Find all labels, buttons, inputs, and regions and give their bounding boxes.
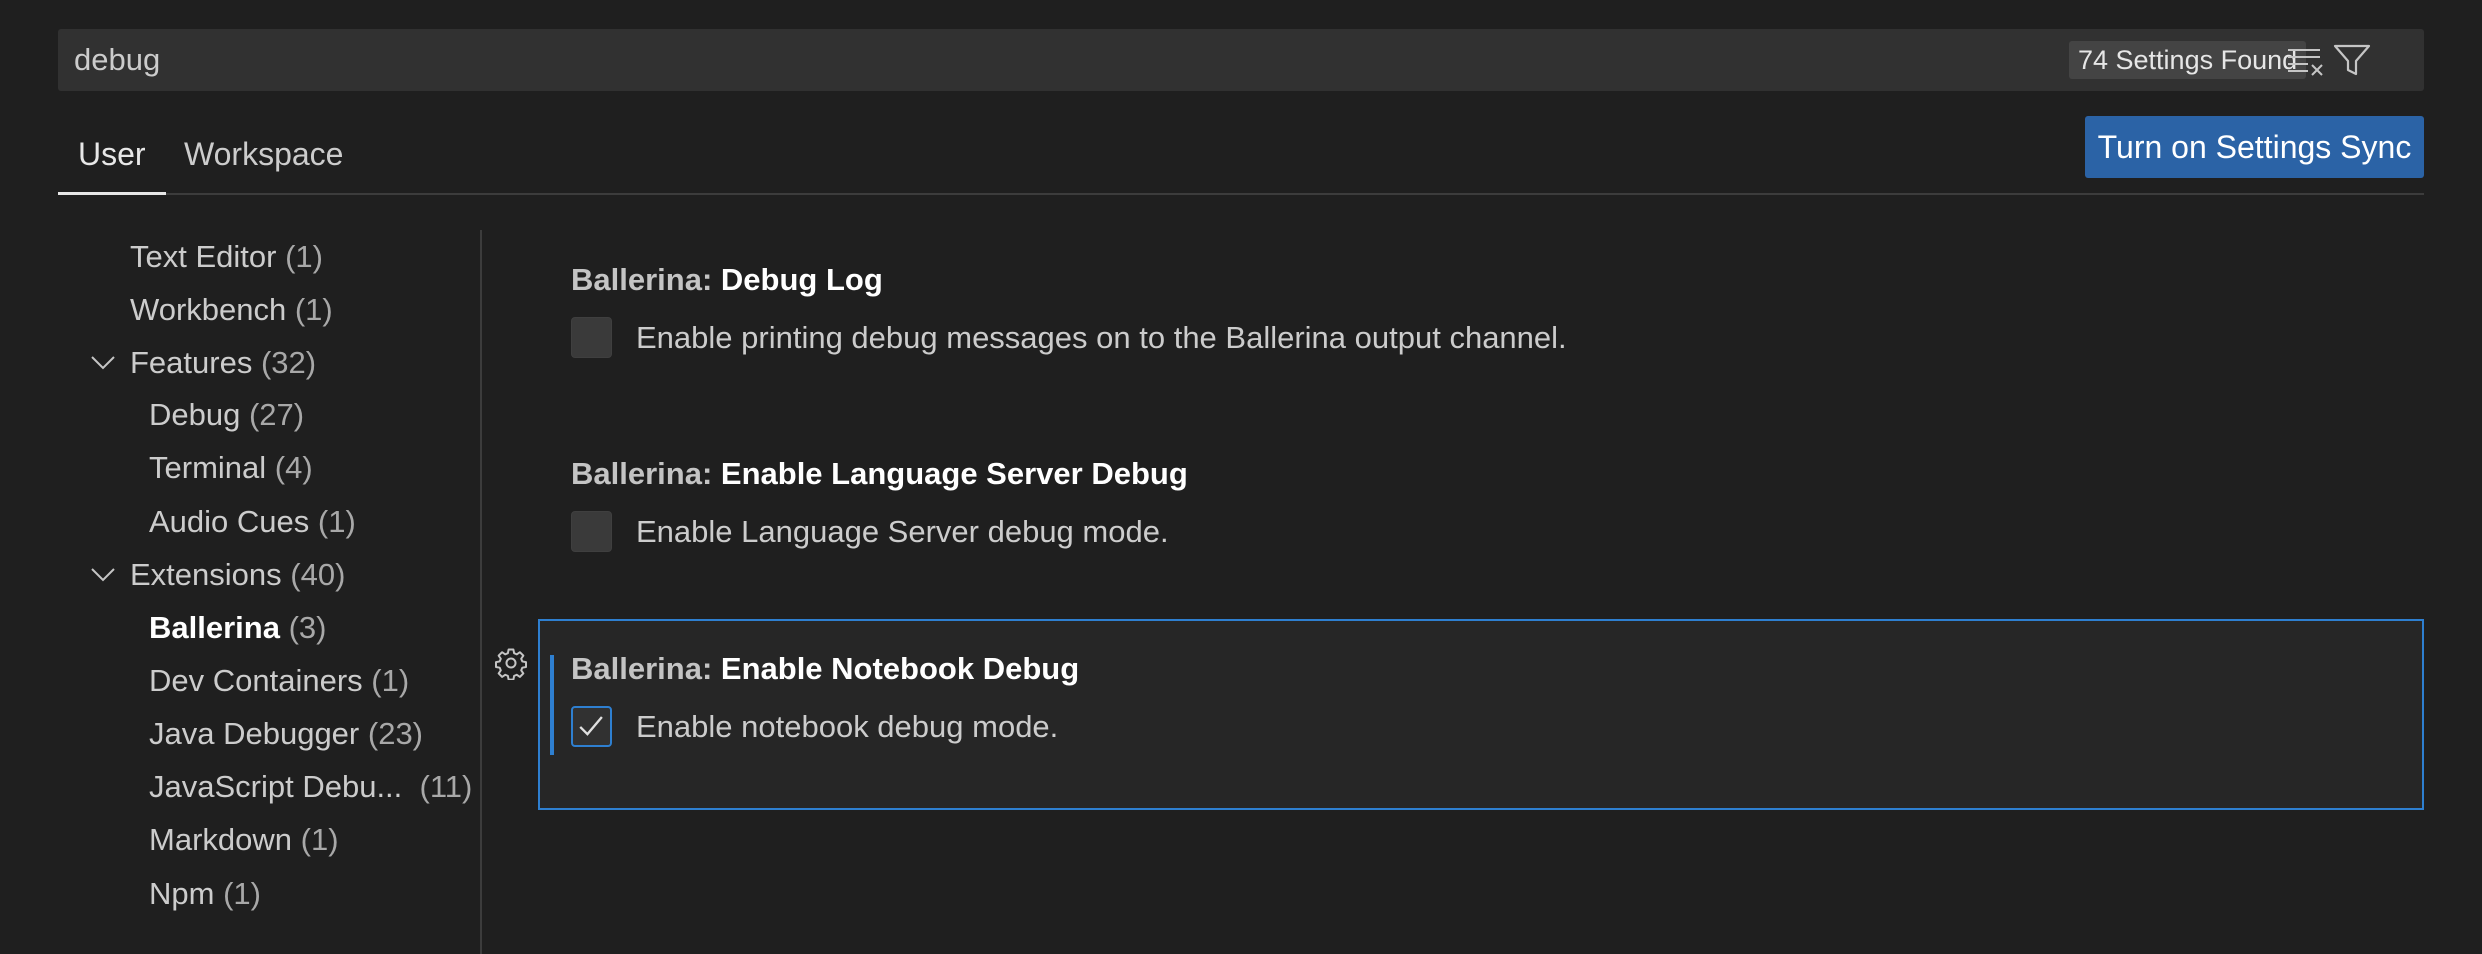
toc-item-features[interactable]: Features (32) [130,339,316,387]
filter-icon[interactable] [2332,42,2372,78]
toc-item-java-debugger[interactable]: Java Debugger (23) [149,710,423,758]
toc-item-extensions[interactable]: Extensions (40) [130,551,345,599]
settings-scope-tabs: User Workspace [58,116,2424,195]
debug-log-checkbox[interactable] [571,317,612,358]
setting-description: Enable notebook debug mode. [636,709,1059,744]
toc-item-npm[interactable]: Npm (1) [149,870,261,918]
language-server-debug-checkbox[interactable] [571,511,612,552]
checkmark-icon [579,716,603,736]
setting-title: Ballerina: Debug Log [571,262,883,297]
toc-item-dev-containers[interactable]: Dev Containers (1) [149,657,409,705]
setting-description: Enable Language Server debug mode. [636,514,1169,549]
setting-description: Enable printing debug messages on to the… [636,320,1567,355]
gear-icon[interactable] [494,646,528,680]
toc-divider [480,230,482,954]
settings-search-input[interactable] [74,29,1574,91]
toc-item-javascript-debugger[interactable]: JavaScript Debu... (11) [149,763,472,811]
toc-item-text-editor[interactable]: Text Editor (1) [130,233,323,281]
chevron-down-icon[interactable] [88,551,118,599]
notebook-debug-checkbox[interactable] [571,706,612,747]
settings-count-badge: 74 Settings Found [2069,41,2307,79]
setting-enable-notebook-debug: Ballerina: Enable Notebook Debug Enable … [538,647,2424,767]
toc-item-terminal[interactable]: Terminal (4) [149,444,313,492]
setting-debug-log: Ballerina: Debug Log Enable printing deb… [538,258,2424,378]
settings-search-bar: 74 Settings Found [58,29,2424,91]
toc-item-audio-cues[interactable]: Audio Cues (1) [149,498,356,546]
toc-item-workbench[interactable]: Workbench (1) [130,286,333,334]
setting-enable-language-server-debug: Ballerina: Enable Language Server Debug … [538,452,2424,572]
tab-workspace[interactable]: Workspace [184,116,343,195]
toc-item-ballerina[interactable]: Ballerina (3) [149,604,326,652]
setting-title: Ballerina: Enable Language Server Debug [571,456,1188,491]
toc-item-markdown[interactable]: Markdown (1) [149,816,339,864]
setting-title: Ballerina: Enable Notebook Debug [571,651,1080,686]
turn-on-settings-sync-button[interactable]: Turn on Settings Sync [2085,116,2424,178]
settings-toc: Text Editor (1) Workbench (1) Features (… [58,230,482,954]
toc-item-debug[interactable]: Debug (27) [149,391,304,439]
chevron-down-icon[interactable] [88,339,118,387]
tab-user[interactable]: User [58,116,166,195]
clear-filter-icon[interactable] [2286,44,2326,78]
